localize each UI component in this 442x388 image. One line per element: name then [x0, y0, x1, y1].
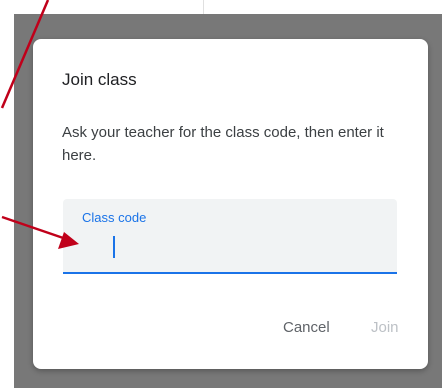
class-code-field[interactable]: Class code	[63, 199, 397, 274]
class-code-label: Class code	[82, 210, 147, 225]
dialog-description: Ask your teacher for the class code, the…	[62, 124, 384, 164]
join-button[interactable]: Join	[367, 315, 403, 340]
text-cursor	[113, 236, 115, 258]
field-underline	[63, 272, 397, 274]
page-background-top	[0, 0, 442, 14]
dialog-title: Join class	[62, 70, 137, 89]
cancel-button[interactable]: Cancel	[279, 315, 334, 340]
class-code-input[interactable]	[81, 235, 381, 261]
page-divider	[203, 0, 204, 14]
join-class-dialog: Join class Ask your teacher for the clas…	[33, 39, 428, 369]
